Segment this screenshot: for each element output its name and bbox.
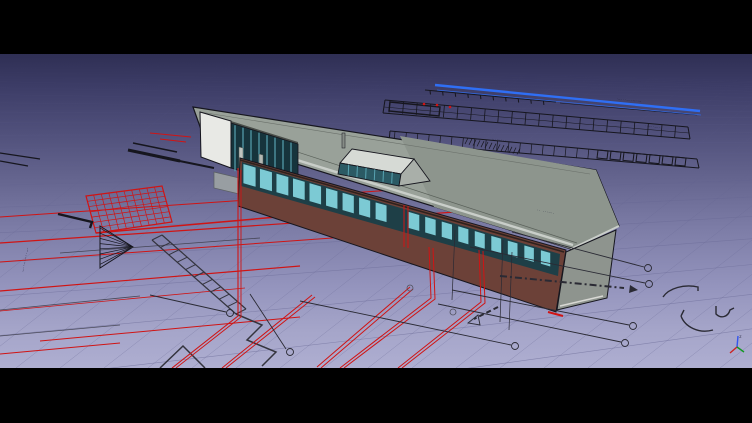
roof-pipe (342, 133, 345, 148)
origin-axis-icon (730, 336, 744, 353)
end-wall-white (200, 112, 231, 168)
open-arrowhead (468, 315, 480, 325)
selection-dot (423, 103, 426, 106)
selection-dot (436, 104, 439, 107)
app-screenshot: ·—···—··—··~ ··—··—··· —··—···—·· ·· ···… (0, 0, 752, 423)
letterbox-top (0, 0, 752, 54)
stair-triangle-hatch (100, 228, 133, 264)
annotation-label: —··—·—··—· (20, 247, 30, 273)
selection-dot (449, 106, 452, 109)
stair-treads (152, 235, 246, 314)
annotation-label: ··—··—··· (644, 124, 663, 130)
arrowhead (629, 285, 638, 293)
door-swing-symbols[interactable] (663, 286, 734, 331)
annotation-label: —··—···—·· (492, 137, 513, 144)
axis-z-label: z (739, 335, 742, 340)
cad-3d-viewport[interactable]: ·—···—··—··~ ··—··—··· —··—···—·· ·· ···… (0, 54, 752, 368)
scene-canvas[interactable]: ·—···—··—··~ ··—··—··· —··—···—·· ·· ···… (0, 54, 752, 368)
letterbox-bottom (0, 368, 752, 423)
